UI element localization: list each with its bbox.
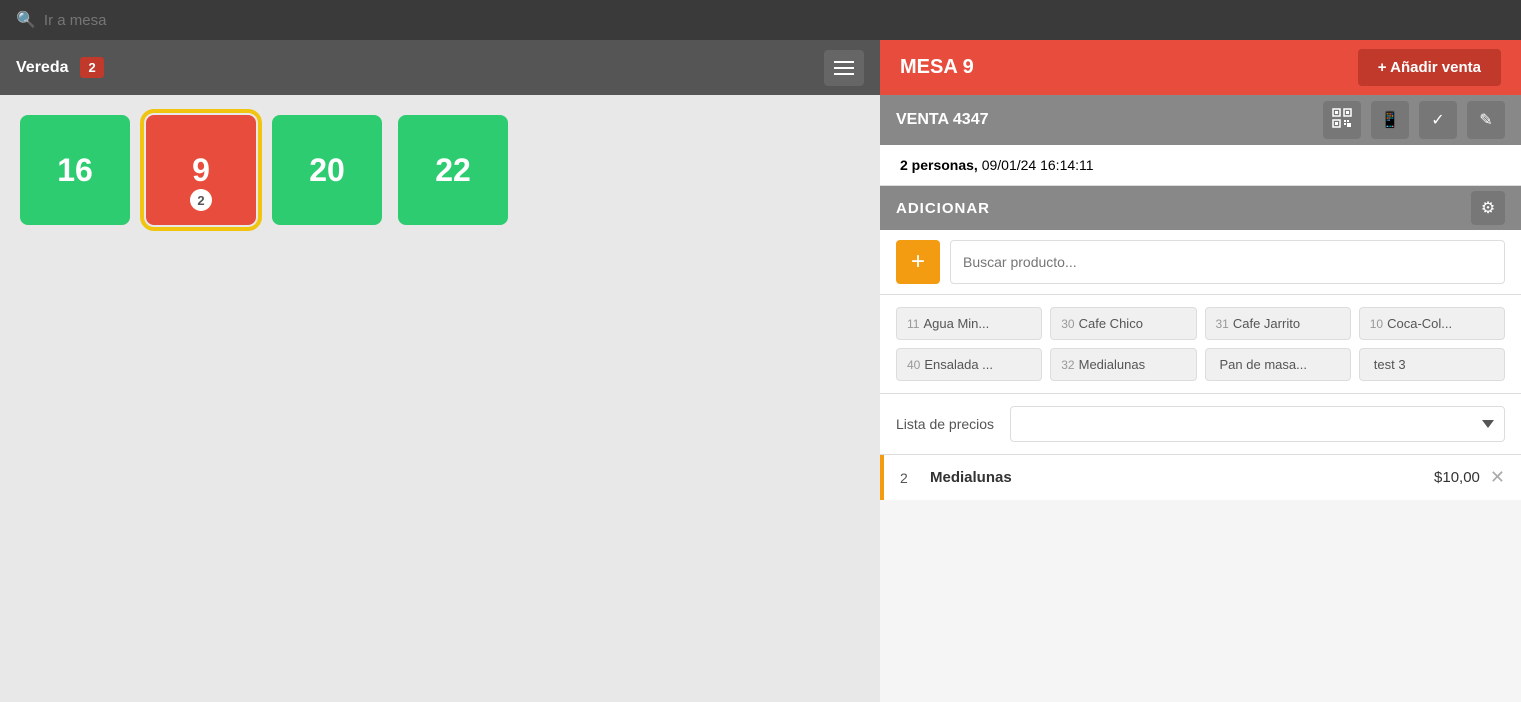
product-name: Cafe Jarrito xyxy=(1233,316,1300,331)
product-num: 40 xyxy=(907,358,920,372)
datetime-label: 09/01/24 16:14:11 xyxy=(982,157,1094,173)
table-number: 22 xyxy=(435,152,471,189)
menu-line-2 xyxy=(834,67,854,69)
checklist-icon: ✓ xyxy=(1431,110,1444,130)
product-name: Pan de masa... xyxy=(1220,357,1307,372)
product-pan-de-masa[interactable]: Pan de masa... xyxy=(1205,348,1351,381)
product-name: Coca-Col... xyxy=(1387,316,1452,331)
adicionar-title: ADICIONAR xyxy=(896,200,1471,217)
product-name: Ensalada ... xyxy=(924,357,993,372)
area-label: Vereda xyxy=(16,59,68,77)
mesa-title: MESA 9 xyxy=(900,56,1358,79)
left-panel: Vereda 2 16 9 2 20 22 xyxy=(0,40,880,702)
product-num: 31 xyxy=(1216,317,1229,331)
product-num: 30 xyxy=(1061,317,1074,331)
product-num: 32 xyxy=(1061,358,1074,372)
search-icon: 🔍 xyxy=(16,10,36,30)
qr-icon xyxy=(1332,108,1352,133)
search-row: + xyxy=(880,230,1521,295)
adicionar-section: ADICIONAR ⚙ xyxy=(880,186,1521,230)
personas-label: 2 personas, xyxy=(900,157,978,173)
price-list-select[interactable] xyxy=(1010,406,1505,442)
order-item-row: 2 Medialunas $10,00 ✕ xyxy=(880,455,1521,500)
info-bar: 2 personas, 09/01/24 16:14:11 xyxy=(880,145,1521,186)
order-item-qty: 2 xyxy=(900,470,920,486)
phone-icon: 📱 xyxy=(1380,110,1400,130)
left-header: Vereda 2 xyxy=(0,40,880,95)
products-grid: 11 Agua Min... 30 Cafe Chico 31 Cafe Jar… xyxy=(880,295,1521,394)
edit-icon: ✎ xyxy=(1479,110,1492,130)
main-content: Vereda 2 16 9 2 20 22 xyxy=(0,40,1521,702)
menu-button[interactable] xyxy=(824,50,864,86)
add-sale-button[interactable]: + Añadir venta xyxy=(1358,49,1501,86)
product-name: Medialunas xyxy=(1079,357,1146,372)
search-input[interactable] xyxy=(44,12,1505,29)
table-number: 16 xyxy=(57,152,93,189)
order-item-delete-button[interactable]: ✕ xyxy=(1490,467,1505,488)
edit-button[interactable]: ✎ xyxy=(1467,101,1505,139)
product-agua[interactable]: 11 Agua Min... xyxy=(896,307,1042,340)
phone-button[interactable]: 📱 xyxy=(1371,101,1409,139)
table-number: 20 xyxy=(309,152,345,189)
menu-line-1 xyxy=(834,61,854,63)
product-search-input[interactable] xyxy=(950,240,1505,284)
right-header: MESA 9 + Añadir venta xyxy=(880,40,1521,95)
tables-area: 16 9 2 20 22 xyxy=(0,95,880,702)
price-list-row: Lista de precios xyxy=(880,394,1521,455)
settings-button[interactable]: ⚙ xyxy=(1471,191,1505,225)
product-medialunas[interactable]: 32 Medialunas xyxy=(1050,348,1196,381)
product-cafe-chico[interactable]: 30 Cafe Chico xyxy=(1050,307,1196,340)
product-cafe-jarrito[interactable]: 31 Cafe Jarrito xyxy=(1205,307,1351,340)
product-coca-cola[interactable]: 10 Coca-Col... xyxy=(1359,307,1505,340)
product-name: test 3 xyxy=(1374,357,1406,372)
product-name: Cafe Chico xyxy=(1079,316,1143,331)
product-num: 11 xyxy=(907,317,919,331)
add-product-button[interactable]: + xyxy=(896,240,940,284)
table-20[interactable]: 20 xyxy=(272,115,382,225)
table-16[interactable]: 16 xyxy=(20,115,130,225)
top-search-bar: 🔍 xyxy=(0,0,1521,40)
product-test3[interactable]: test 3 xyxy=(1359,348,1505,381)
table-number: 9 xyxy=(192,152,210,189)
venta-title: VENTA 4347 xyxy=(896,111,1313,129)
qr-button[interactable] xyxy=(1323,101,1361,139)
price-list-label: Lista de precios xyxy=(896,416,994,432)
table-9[interactable]: 9 2 xyxy=(146,115,256,225)
checklist-button[interactable]: ✓ xyxy=(1419,101,1457,139)
order-item-price: $10,00 xyxy=(1434,469,1480,486)
table-22[interactable]: 22 xyxy=(398,115,508,225)
table-badge: 2 xyxy=(190,189,212,211)
product-ensalada[interactable]: 40 Ensalada ... xyxy=(896,348,1042,381)
product-num: 10 xyxy=(1370,317,1383,331)
menu-line-3 xyxy=(834,73,854,75)
right-panel: MESA 9 + Añadir venta VENTA 4347 xyxy=(880,40,1521,702)
product-name: Agua Min... xyxy=(923,316,989,331)
venta-bar: VENTA 4347 xyxy=(880,95,1521,145)
area-badge: 2 xyxy=(80,57,103,78)
gear-icon: ⚙ xyxy=(1481,200,1495,217)
order-item-name: Medialunas xyxy=(930,469,1424,486)
